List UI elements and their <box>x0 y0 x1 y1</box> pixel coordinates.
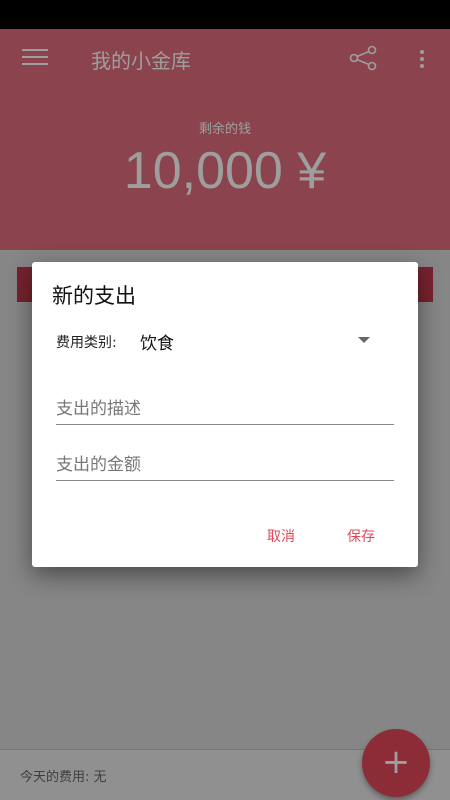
new-expense-dialog: 新的支出 费用类别: 饮食 取消 保存 <box>32 262 418 567</box>
save-button[interactable]: 保存 <box>347 526 375 546</box>
status-bar <box>0 0 450 29</box>
amount-input[interactable] <box>56 449 394 481</box>
category-select[interactable]: 饮食 <box>140 329 174 354</box>
cancel-button[interactable]: 取消 <box>267 526 295 546</box>
dropdown-arrow-icon[interactable] <box>358 337 370 343</box>
dialog-title: 新的支出 <box>52 284 136 308</box>
category-label: 费用类别: <box>56 335 117 351</box>
description-input[interactable] <box>56 393 394 425</box>
